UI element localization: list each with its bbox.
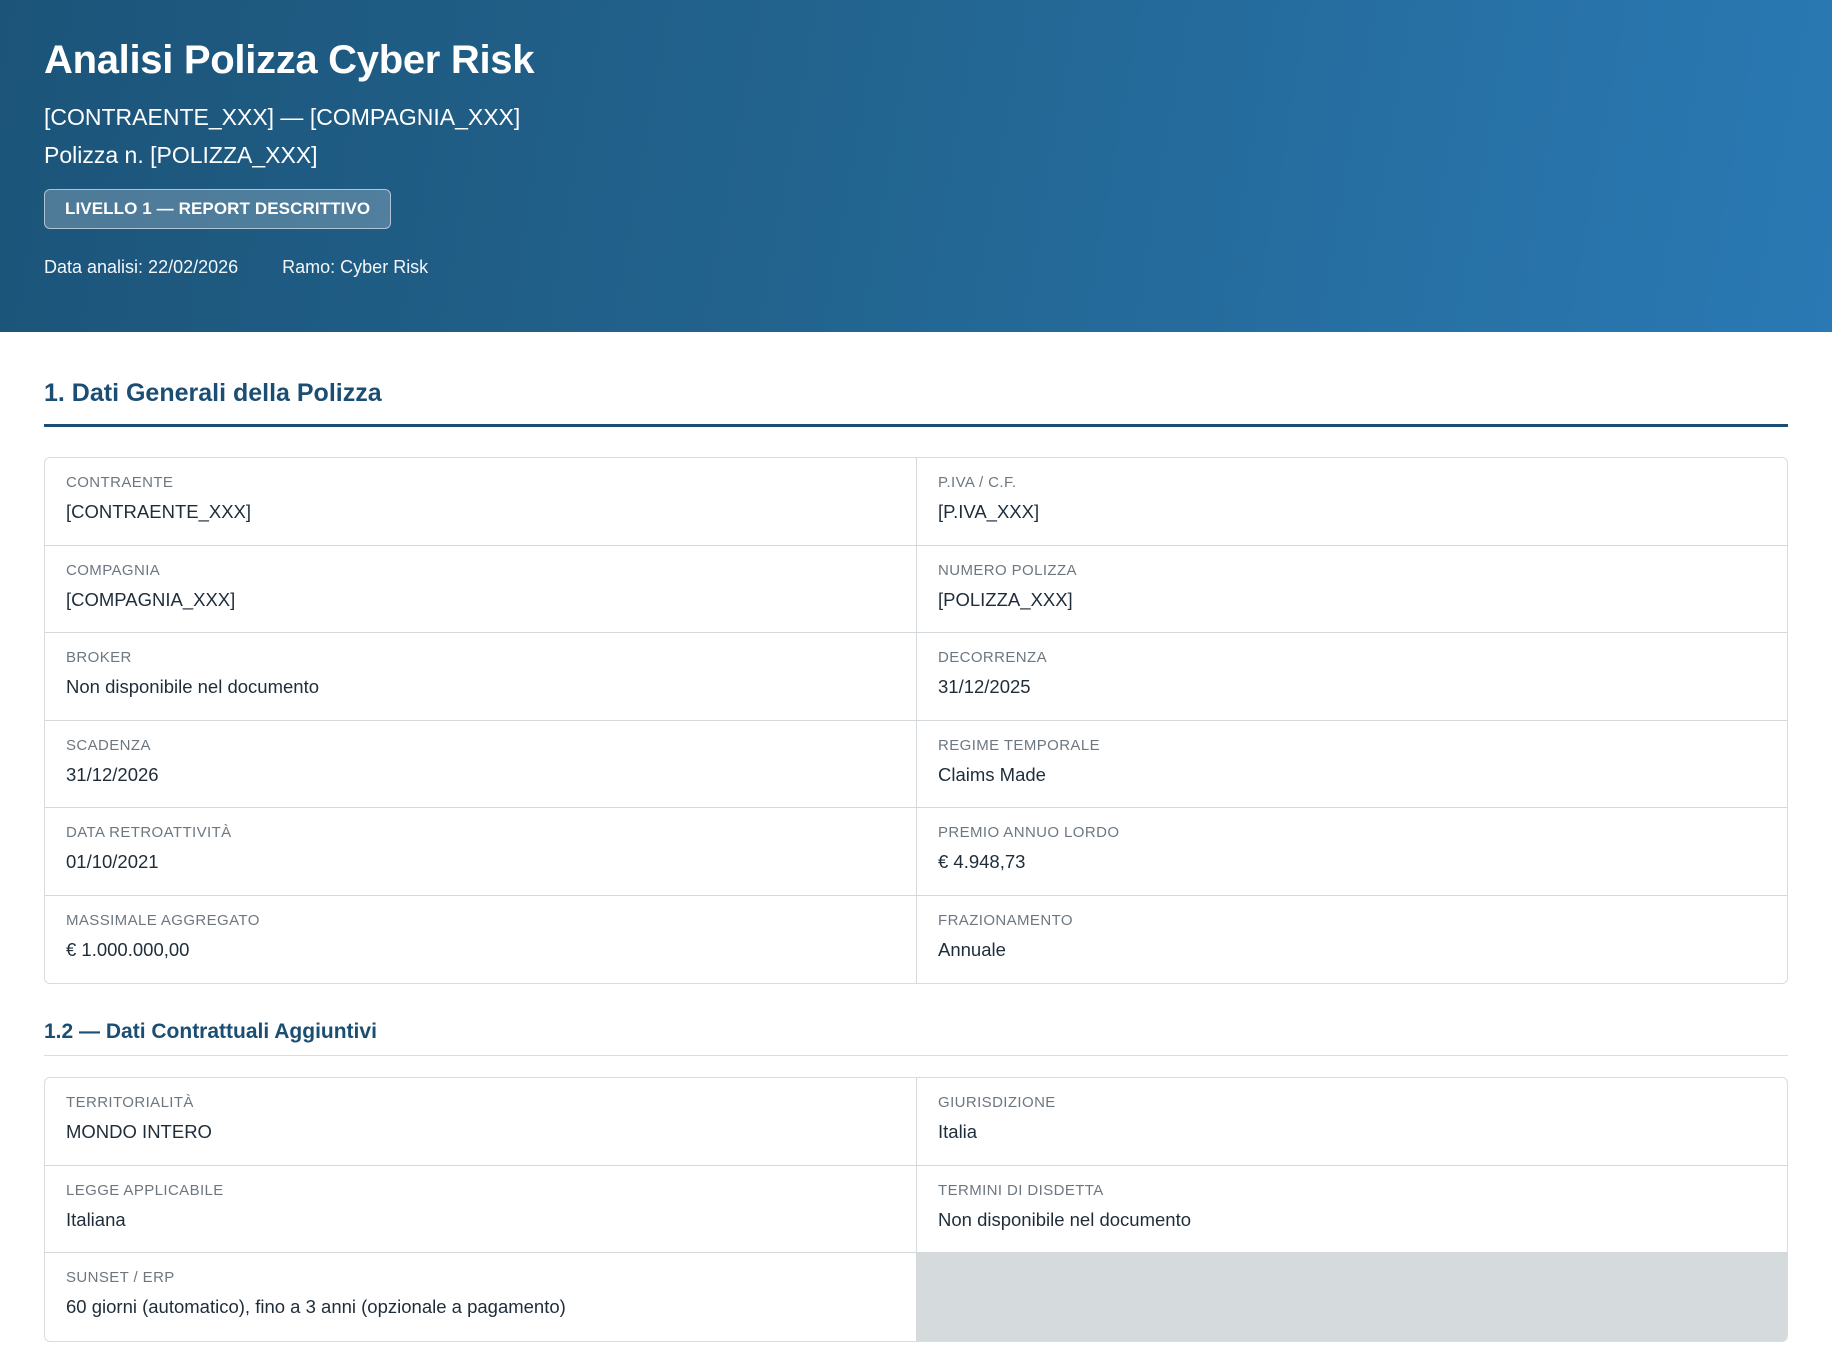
report-header: Analisi Polizza Cyber Risk [CONTRAENTE_X… <box>0 0 1832 332</box>
field-value: [P.IVA_XXX] <box>938 501 1040 522</box>
field-territorialita: Territorialità MONDO INTERO <box>45 1078 916 1166</box>
field-value: 31/12/2026 <box>66 763 159 785</box>
field-label: Termini di Disdetta <box>938 1181 1104 1199</box>
field-value: [COMPAGNIA_XXX] <box>66 588 236 610</box>
policy-branch: Ramo: Cyber Risk <box>282 257 429 277</box>
field-value: MONDO INTERO <box>66 1121 212 1142</box>
report-meta: Data analisi: 22/02/2026 Ramo: Cyber Ris… <box>44 257 1788 278</box>
field-label: Regime Temporale <box>938 736 1100 754</box>
field-numero-polizza: Numero Polizza [POLIZZA_XXX] <box>916 545 1787 633</box>
field-label: Giurisdizione <box>938 1094 1056 1111</box>
field-contraente: Contraente [CONTRAENTE_XXX] <box>45 458 916 546</box>
field-label: Frazionamento <box>938 911 1073 929</box>
field-massimale-aggregato: Massimale Aggregato € 1.000.000,00 <box>45 896 916 984</box>
field-value: 31/12/2025 <box>938 676 1031 697</box>
field-label: Legge Applicabile <box>66 1181 224 1199</box>
field-frazionamento: Frazionamento Annuale <box>916 895 1787 983</box>
section-title-general-data: 1. Dati Generali della Polizza <box>44 379 1788 427</box>
field-giurisdizione: Giurisdizione Italia <box>916 1078 1787 1166</box>
field-scadenza: Scadenza 31/12/2026 <box>45 721 916 808</box>
report-level-badge: LIVELLO 1 — REPORT DESCRITTIVO <box>44 189 392 229</box>
report-subtitle: [CONTRAENTE_XXX] — [COMPAGNIA_XXX] <box>44 104 521 130</box>
field-label: Contraente <box>66 474 174 491</box>
general-data-grid: Contraente [CONTRAENTE_XXX] P.IVA / C.F.… <box>44 457 1788 984</box>
field-label: Massimale Aggregato <box>66 911 260 929</box>
field-label: Numero Polizza <box>938 561 1077 579</box>
field-value: Non disponibile nel documento <box>66 676 320 697</box>
field-label: Decorrenza <box>938 649 1048 666</box>
field-label: Sunset / ERP <box>66 1269 175 1286</box>
field-value: Claims Made <box>938 763 1046 785</box>
report-title: Analisi Polizza Cyber Risk <box>44 38 535 82</box>
field-value: € 1.000.000,00 <box>66 938 190 960</box>
policy-number-line: Polizza n. [POLIZZA_XXX] <box>44 142 318 168</box>
field-value: 01/10/2021 <box>66 851 159 872</box>
field-regime-temporale: Regime Temporale Claims Made <box>916 720 1787 808</box>
contract-data-grid: Territorialità MONDO INTERO Giurisdizion… <box>44 1077 1788 1342</box>
empty-cell <box>916 1253 1787 1341</box>
field-sunset-erp: Sunset / ERP 60 giorni (automatico), fin… <box>45 1253 916 1341</box>
field-value: [POLIZZA_XXX] <box>938 588 1073 610</box>
field-value: Annuale <box>938 938 1006 960</box>
field-label: Territorialità <box>66 1094 194 1111</box>
field-label: Compagnia <box>66 561 161 579</box>
field-value: Italia <box>938 1121 978 1142</box>
analysis-date: Data analisi: 22/02/2026 <box>44 257 239 277</box>
field-label: Data Retroattività <box>66 824 232 841</box>
field-premio-annuo-lordo: Premio Annuo Lordo € 4.948,73 <box>916 808 1787 896</box>
field-compagnia: Compagnia [COMPAGNIA_XXX] <box>45 546 916 633</box>
report-content: 1. Dati Generali della Polizza Contraent… <box>0 379 1832 1342</box>
field-label: P.IVA / C.F. <box>938 474 1017 491</box>
field-broker: Broker Non disponibile nel documento <box>45 633 916 721</box>
field-label: Scadenza <box>66 736 151 754</box>
field-value: [CONTRAENTE_XXX] <box>66 501 252 522</box>
field-value: Non disponibile nel documento <box>938 1208 1192 1230</box>
field-legge-applicabile: Legge Applicabile Italiana <box>45 1166 916 1253</box>
field-label: Premio Annuo Lordo <box>938 824 1120 841</box>
field-value: € 4.948,73 <box>938 851 1026 872</box>
field-value: Italiana <box>66 1208 126 1230</box>
field-decorrenza: Decorrenza 31/12/2025 <box>916 633 1787 721</box>
subsection-title-contract-data: 1.2 — Dati Contrattuali Aggiuntivi <box>44 1020 1788 1056</box>
field-label: Broker <box>66 649 132 666</box>
field-data-retroattivita: Data Retroattività 01/10/2021 <box>45 808 916 896</box>
field-termini-disdetta: Termini di Disdetta Non disponibile nel … <box>916 1165 1787 1253</box>
field-piva-cf: P.IVA / C.F. [P.IVA_XXX] <box>916 458 1787 546</box>
field-value: 60 giorni (automatico), fino a 3 anni (o… <box>66 1296 566 1317</box>
